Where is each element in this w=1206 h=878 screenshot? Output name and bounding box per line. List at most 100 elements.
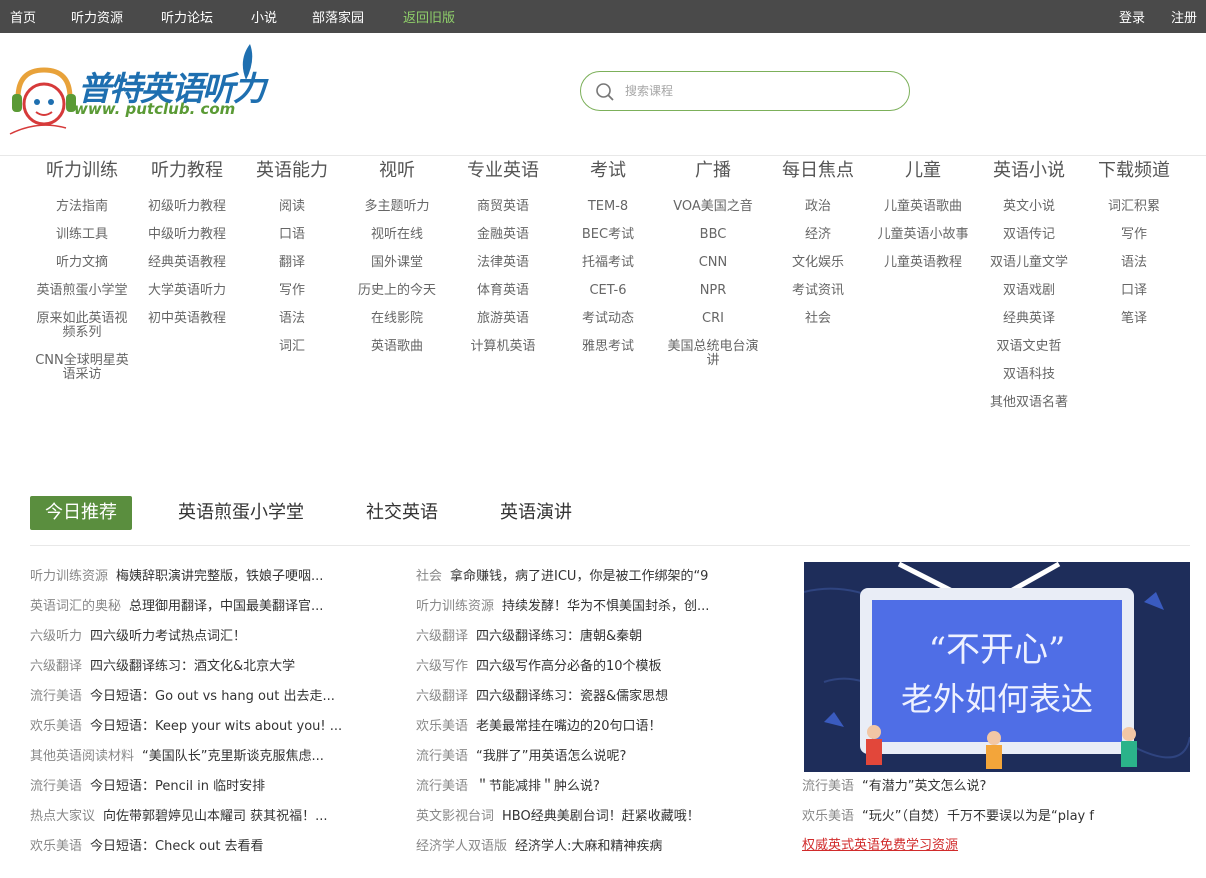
news-category-link[interactable]: 欢乐美语 [802, 809, 854, 824]
category-link[interactable]: BEC考试 [553, 228, 663, 242]
category-heading[interactable]: 视听 [342, 158, 452, 184]
news-category-link[interactable]: 六级翻译 [416, 629, 468, 644]
category-link[interactable]: 商贸英语 [448, 200, 558, 214]
news-title-link[interactable]: 总理御用翻译，中国最美翻译官... [129, 599, 323, 614]
category-link[interactable]: 口语 [237, 228, 347, 242]
category-link[interactable]: 双语儿童文学 [974, 256, 1084, 270]
site-logo[interactable]: 普特英语听力 www. putclub. com [8, 40, 298, 145]
category-link[interactable]: 社会 [763, 312, 873, 326]
news-category-link[interactable]: 经济学人双语版 [416, 839, 507, 854]
category-link[interactable]: 在线影院 [342, 312, 452, 326]
category-link[interactable]: 视听在线 [342, 228, 452, 242]
category-heading[interactable]: 每日焦点 [763, 158, 873, 184]
nav-link-listening-resources[interactable]: 听力资源 [71, 7, 123, 26]
category-link[interactable]: BBC [658, 228, 768, 242]
category-heading[interactable]: 听力教程 [132, 158, 242, 184]
news-title-link[interactable]: 四六级翻译练习：酒文化&北京大学 [90, 659, 295, 674]
category-link[interactable]: 考试资讯 [763, 284, 873, 298]
nav-link-forum[interactable]: 听力论坛 [161, 7, 213, 26]
category-link[interactable]: 初中英语教程 [132, 312, 242, 326]
news-category-link[interactable]: 欢乐美语 [30, 839, 82, 854]
tab-jiandan-school[interactable]: 英语煎蛋小学堂 [178, 496, 304, 530]
category-link[interactable]: 方法指南 [27, 200, 137, 214]
category-link[interactable]: 阅读 [237, 200, 347, 214]
category-link[interactable]: 双语科技 [974, 368, 1084, 382]
news-category-link[interactable]: 热点大家议 [30, 809, 95, 824]
category-link[interactable]: 国外课堂 [342, 256, 452, 270]
category-link[interactable]: 写作 [237, 284, 347, 298]
category-link[interactable]: 雅思考试 [553, 340, 663, 354]
nav-link-old-version[interactable]: 返回旧版 [403, 7, 455, 26]
category-heading[interactable]: 广播 [658, 158, 768, 184]
search-icon[interactable] [595, 82, 615, 102]
news-category-link[interactable]: 流行美语 [416, 779, 468, 794]
news-category-link[interactable]: 六级听力 [30, 629, 82, 644]
news-title-link[interactable]: 四六级翻译练习：瓷器&儒家思想 [476, 689, 668, 704]
category-heading[interactable]: 英语小说 [974, 158, 1084, 184]
news-title-link[interactable]: 今日短语：Keep your wits about you! ... [90, 719, 342, 734]
category-link[interactable]: 儿童英语小故事 [868, 228, 978, 242]
news-title-link[interactable]: 持续发酵！华为不惧美国封杀，创... [502, 599, 709, 614]
category-link[interactable]: 政治 [763, 200, 873, 214]
news-title-link[interactable]: 向佐带郭碧婷见山本耀司 获其祝福！... [103, 809, 328, 824]
category-heading[interactable]: 英语能力 [237, 158, 347, 184]
news-title-link[interactable]: “有潜力”英文怎么说? [862, 779, 986, 794]
login-link[interactable]: 登录 [1119, 7, 1145, 26]
news-title-link[interactable]: “美国队长”克里斯谈克服焦虑... [142, 749, 324, 764]
category-link[interactable]: 双语戏剧 [974, 284, 1084, 298]
promo-text-link[interactable]: 权威英式英语免费学习资源 [802, 834, 958, 853]
category-heading[interactable]: 听力训练 [27, 158, 137, 184]
category-link[interactable]: 法律英语 [448, 256, 558, 270]
category-link[interactable]: 大学英语听力 [132, 284, 242, 298]
tab-english-speech[interactable]: 英语演讲 [500, 496, 572, 530]
news-category-link[interactable]: 六级翻译 [30, 659, 82, 674]
news-category-link[interactable]: 流行美语 [30, 689, 82, 704]
category-link[interactable]: CET-6 [553, 284, 663, 298]
category-link[interactable]: 考试动态 [553, 312, 663, 326]
category-heading[interactable]: 考试 [553, 158, 663, 184]
category-link[interactable]: 英语歌曲 [342, 340, 452, 354]
category-link[interactable]: 词汇 [237, 340, 347, 354]
news-category-link[interactable]: 六级写作 [416, 659, 468, 674]
category-heading[interactable]: 专业英语 [448, 158, 558, 184]
category-link[interactable]: 儿童英语教程 [868, 256, 978, 270]
register-link[interactable]: 注册 [1171, 7, 1197, 26]
category-link[interactable]: 历史上的今天 [342, 284, 452, 298]
news-title-link[interactable]: 四六级写作高分必备的10个模板 [476, 659, 662, 674]
category-link[interactable]: 旅游英语 [448, 312, 558, 326]
tab-social-english[interactable]: 社交英语 [366, 496, 438, 530]
category-link[interactable]: NPR [658, 284, 768, 298]
category-link[interactable]: TEM-8 [553, 200, 663, 214]
news-title-link[interactable]: 拿命赚钱，病了进ICU，你是被工作绑架的“9 [450, 569, 708, 584]
news-title-link[interactable]: 今日短语：Pencil in 临时安排 [90, 779, 265, 794]
news-title-link[interactable]: “我胖了”用英语怎么说呢? [476, 749, 626, 764]
search-input[interactable] [625, 81, 885, 101]
news-category-link[interactable]: 欢乐美语 [30, 719, 82, 734]
category-link[interactable]: 双语传记 [974, 228, 1084, 242]
news-category-link[interactable]: 社会 [416, 569, 442, 584]
nav-link-novels[interactable]: 小说 [251, 7, 277, 26]
category-link[interactable]: 语法 [1079, 256, 1189, 270]
news-title-link[interactable]: 梅姨辞职演讲完整版，铁娘子哽咽... [116, 569, 323, 584]
category-link[interactable]: CNN [658, 256, 768, 270]
news-title-link[interactable]: 四六级翻译练习：唐朝&秦朝 [476, 629, 642, 644]
category-link[interactable]: 听力文摘 [27, 256, 137, 270]
news-title-link[interactable]: 老美最常挂在嘴边的20句口语！ [476, 719, 662, 734]
category-link[interactable]: 经济 [763, 228, 873, 242]
category-link[interactable]: 金融英语 [448, 228, 558, 242]
news-category-link[interactable]: 流行美语 [30, 779, 82, 794]
category-link[interactable]: 词汇积累 [1079, 200, 1189, 214]
news-title-link[interactable]: 经济学人:大麻和精神疾病 [515, 839, 662, 854]
category-link[interactable]: 双语文史哲 [974, 340, 1084, 354]
news-title-link[interactable]: 四六级听力考试热点词汇！ [90, 629, 246, 644]
news-title-link[interactable]: “玩火”（自焚）千万不要误以为是“play f [862, 809, 1094, 824]
news-title-link[interactable]: HBO经典美剧台词！赶紧收藏哦！ [502, 809, 700, 824]
category-link[interactable]: 文化娱乐 [763, 256, 873, 270]
category-heading[interactable]: 儿童 [868, 158, 978, 184]
category-link[interactable]: 儿童英语歌曲 [868, 200, 978, 214]
category-link[interactable]: 训练工具 [27, 228, 137, 242]
category-link[interactable]: 英文小说 [974, 200, 1084, 214]
news-category-link[interactable]: 流行美语 [802, 779, 854, 794]
news-category-link[interactable]: 其他英语阅读材料 [30, 749, 134, 764]
news-category-link[interactable]: 英语词汇的奥秘 [30, 599, 121, 614]
